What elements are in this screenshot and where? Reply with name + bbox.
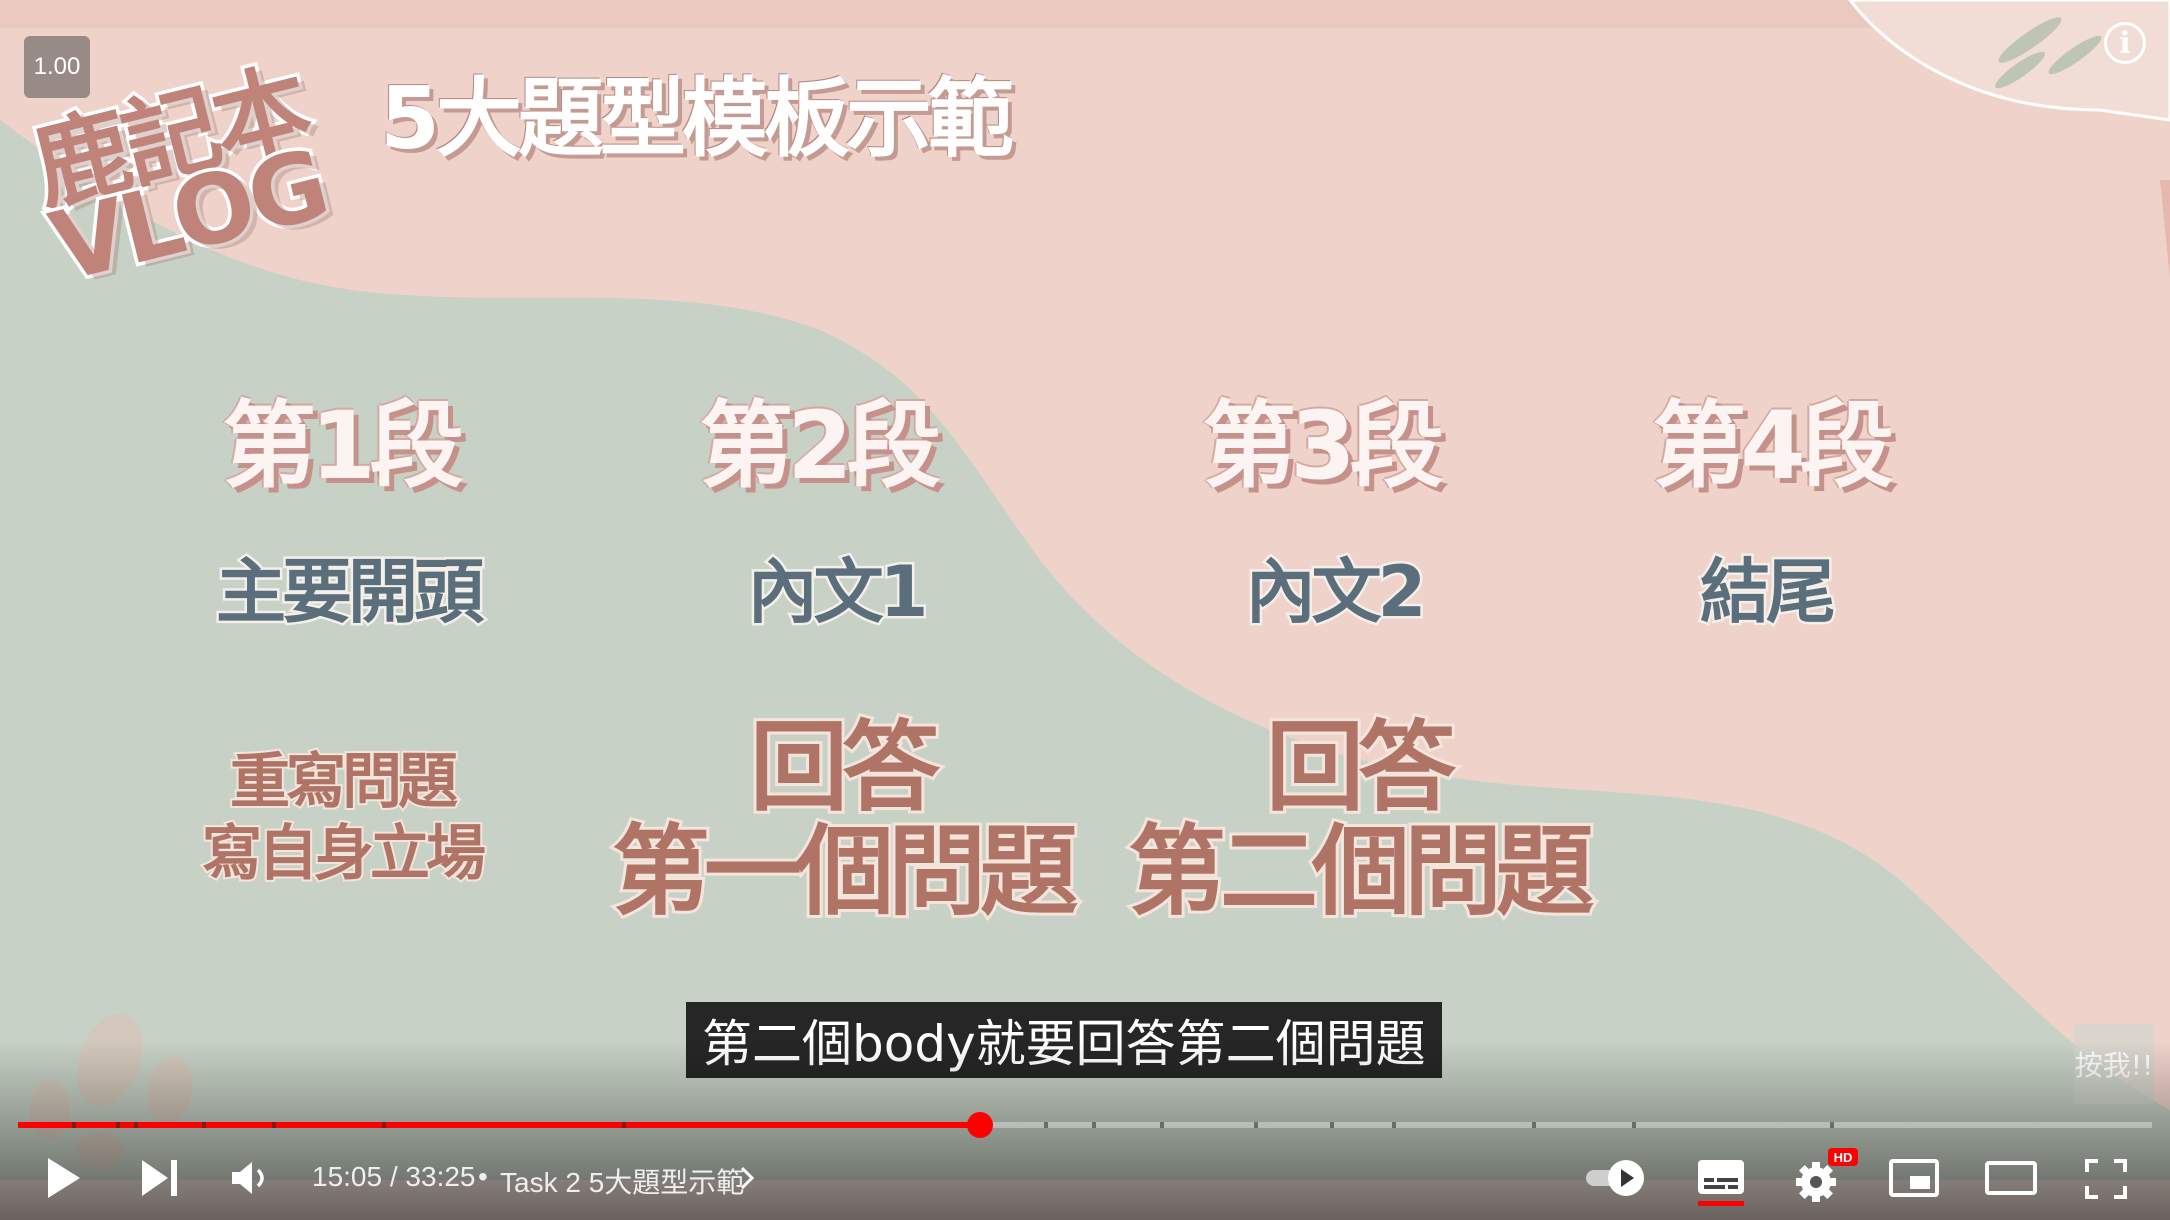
chapter-marker — [134, 1122, 138, 1128]
paragraph-2-heading: 第2段 — [699, 392, 940, 501]
paragraph-2-detail-line2: 第一個問題 — [609, 815, 1081, 929]
playback-speed-badge: 1.00 — [24, 36, 90, 98]
chapter-marker — [1254, 1122, 1258, 1128]
chapter-marker — [622, 1122, 626, 1128]
chapter-marker — [1392, 1122, 1396, 1128]
paragraph-1-detail-line2: 寫自身立場 — [200, 817, 488, 891]
video-overlay-title: 5大題型模板示範 — [380, 69, 1014, 169]
theater-icon[interactable] — [1984, 1160, 2038, 1196]
chapter-marker — [1092, 1122, 1096, 1128]
chapter-marker — [1330, 1122, 1334, 1128]
info-icon[interactable]: i — [2104, 22, 2146, 64]
chapter-marker — [382, 1122, 386, 1128]
subtitles-icon[interactable] — [1696, 1156, 1746, 1206]
chapter-marker — [1632, 1122, 1636, 1128]
paragraph-2-detail-line1: 回答 — [747, 711, 943, 825]
paragraph-3-heading: 第3段 — [1202, 392, 1443, 501]
paragraph-3-detail: 回答 第二個問題 — [1125, 711, 1597, 929]
time-separator: / — [382, 1161, 406, 1192]
chapter-marker — [272, 1122, 276, 1128]
chapter-marker — [202, 1122, 206, 1128]
play-icon[interactable] — [44, 1156, 84, 1200]
controls-gradient — [0, 1040, 2170, 1220]
paragraph-1-detail: 重寫問題 寫自身立場 — [200, 745, 488, 891]
paragraph-1-role: 主要開頭 — [214, 549, 487, 636]
paragraph-1-heading: 第1段 — [222, 392, 463, 501]
next-icon[interactable] — [140, 1158, 180, 1198]
miniplayer-icon[interactable] — [1888, 1158, 1940, 1198]
paragraph-2-role: 內文1 — [745, 549, 931, 636]
chapter-bullet: • — [478, 1161, 488, 1192]
chapter-title[interactable]: Task 2 5大題型示範 — [500, 1161, 744, 1201]
paragraph-2-detail: 回答 第一個問題 — [609, 711, 1081, 929]
chapter-marker — [1830, 1122, 1834, 1128]
paragraph-3-detail-line2: 第二個問題 — [1125, 815, 1597, 929]
paragraph-1-detail-line1: 重寫問題 — [228, 745, 460, 819]
current-time: 15:05 — [312, 1161, 383, 1192]
chapter-marker — [1532, 1122, 1536, 1128]
paragraph-3-role: 內文2 — [1243, 549, 1429, 636]
paragraph-3-detail-line1: 回答 — [1263, 711, 1459, 825]
fullscreen-icon[interactable] — [2084, 1158, 2128, 1200]
chevron-right-icon[interactable] — [738, 1165, 756, 1191]
chapter-marker — [1160, 1122, 1164, 1128]
chapter-marker — [72, 1122, 76, 1128]
time-display: 15:05 / 33:25 — [312, 1161, 476, 1193]
progress-played — [18, 1122, 981, 1128]
paragraph-4-heading: 第4段 — [1652, 392, 1893, 501]
paragraph-4-role: 結尾 — [1698, 549, 1839, 636]
chapter-marker — [116, 1122, 120, 1128]
chapter-marker — [1044, 1122, 1048, 1128]
video-player[interactable]: 鹿記本 VLOG 5大題型模板示範 1.00 i 第1段 第2段 第3段 第4段… — [0, 0, 2170, 1220]
hd-badge: HD — [1828, 1148, 1858, 1166]
volume-icon[interactable] — [230, 1160, 270, 1196]
autoplay-toggle-icon[interactable] — [1584, 1158, 1646, 1198]
duration: 33:25 — [405, 1161, 476, 1192]
